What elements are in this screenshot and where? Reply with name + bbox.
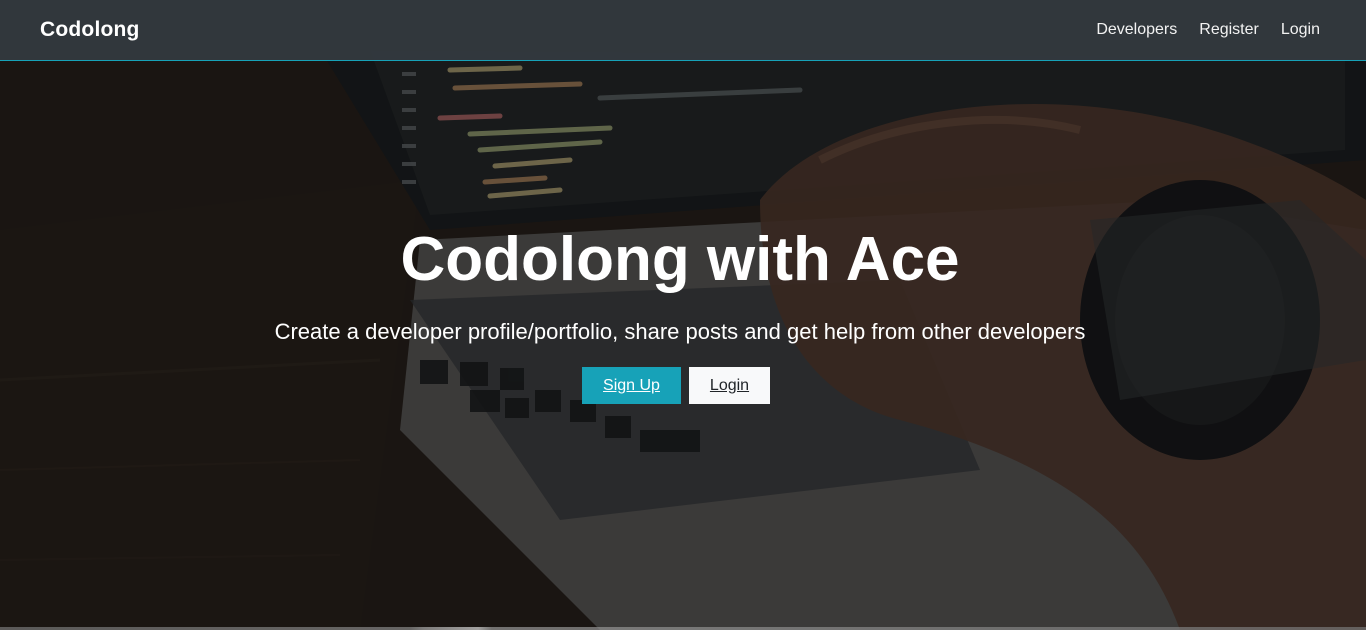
hero-title: Codolong with Ace — [400, 225, 960, 294]
hero-buttons: Sign Up Login — [582, 367, 770, 404]
nav-link-login[interactable]: Login — [1281, 21, 1320, 39]
signup-button[interactable]: Sign Up — [582, 367, 681, 404]
nav-link-developers[interactable]: Developers — [1096, 21, 1177, 39]
brand-logo-link[interactable]: Codolong — [40, 18, 140, 42]
landing-page: Codolong Developers Register Login Codol… — [0, 0, 1366, 630]
hero-section: Codolong with Ace Create a developer pro… — [0, 61, 1366, 630]
hero-subtitle: Create a developer profile/portfolio, sh… — [274, 319, 1086, 344]
nav-links: Developers Register Login — [1096, 21, 1320, 39]
login-button[interactable]: Login — [689, 367, 770, 404]
nav-link-register[interactable]: Register — [1199, 21, 1259, 39]
top-navbar: Codolong Developers Register Login — [0, 0, 1366, 61]
